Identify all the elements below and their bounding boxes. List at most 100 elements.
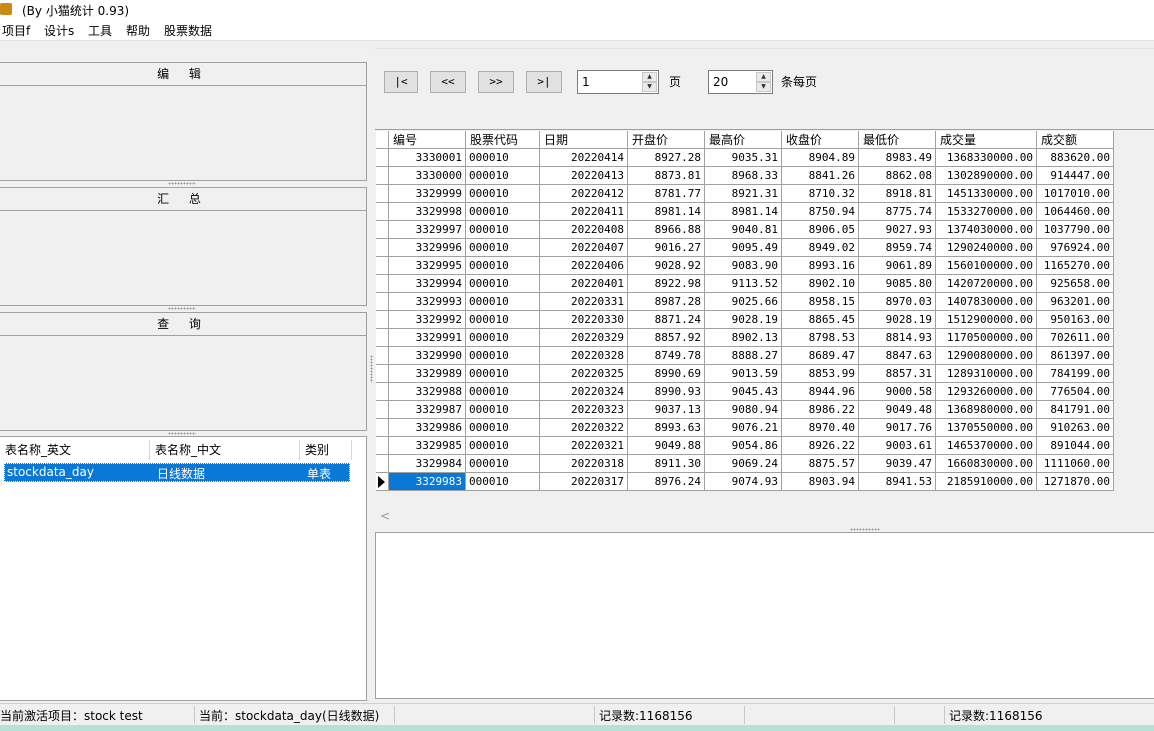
menu-stock-data[interactable]: 股票数据	[164, 22, 212, 39]
row-header[interactable]	[376, 455, 389, 473]
grid-cell-col-id[interactable]: 3329999	[389, 185, 466, 203]
grid-cell-col-amount[interactable]: 702611.00	[1037, 329, 1114, 347]
grid-cell-col-high[interactable]: 9069.24	[705, 455, 782, 473]
grid-cell-col-volume[interactable]: 1368330000.00	[936, 149, 1037, 167]
row-header[interactable]	[376, 221, 389, 239]
grid-cell-col-high[interactable]: 9045.43	[705, 383, 782, 401]
grid-cell-col-volume[interactable]: 1370550000.00	[936, 419, 1037, 437]
page-up-arrow-icon[interactable]: ▲	[642, 72, 657, 82]
grid-cell-col-amount[interactable]: 914447.00	[1037, 167, 1114, 185]
grid-cell-col-id[interactable]: 3329984	[389, 455, 466, 473]
grid-cell-col-close[interactable]: 8949.02	[782, 239, 859, 257]
grid-cell-col-open[interactable]: 9016.27	[628, 239, 705, 257]
grid-cell-col-stock-code[interactable]: 000010	[466, 167, 540, 185]
grid-cell-col-date[interactable]: 20220317	[540, 473, 628, 491]
grid-cell-col-low[interactable]: 8941.53	[859, 473, 936, 491]
grid-header-col-open[interactable]: 开盘价	[628, 131, 705, 149]
grid-cell-col-date[interactable]: 20220413	[540, 167, 628, 185]
grid-cell-col-date[interactable]: 20220323	[540, 401, 628, 419]
grid-cell-col-id[interactable]: 3329987	[389, 401, 466, 419]
grid-cell-col-high[interactable]: 9025.66	[705, 293, 782, 311]
grid-cell-col-date[interactable]: 20220412	[540, 185, 628, 203]
grid-cell-col-open[interactable]: 8871.24	[628, 311, 705, 329]
grid-header-col-id[interactable]: 编号	[389, 131, 466, 149]
grid-cell-col-id[interactable]: 3329985	[389, 437, 466, 455]
grid-cell-col-volume[interactable]: 1451330000.00	[936, 185, 1037, 203]
grid-cell-col-date[interactable]: 20220401	[540, 275, 628, 293]
grid-cell-col-stock-code[interactable]: 000010	[466, 401, 540, 419]
grid-cell-col-stock-code[interactable]: 000010	[466, 311, 540, 329]
row-header[interactable]	[376, 149, 389, 167]
grid-cell-col-open[interactable]: 8987.28	[628, 293, 705, 311]
grid-cell-col-volume[interactable]: 2185910000.00	[936, 473, 1037, 491]
grid-cell-col-close[interactable]: 8993.16	[782, 257, 859, 275]
grid-cell-col-close[interactable]: 8926.22	[782, 437, 859, 455]
grid-cell-col-open[interactable]: 9037.13	[628, 401, 705, 419]
grid-cell-col-date[interactable]: 20220324	[540, 383, 628, 401]
panel-splitter[interactable]	[168, 432, 196, 435]
menu-help[interactable]: 帮助	[126, 22, 150, 39]
grid-cell-col-volume[interactable]: 1368980000.00	[936, 401, 1037, 419]
horizontal-splitter[interactable]	[850, 528, 880, 531]
grid-cell-col-close[interactable]: 8710.32	[782, 185, 859, 203]
grid-cell-col-high[interactable]: 9074.93	[705, 473, 782, 491]
panel-splitter[interactable]	[168, 182, 196, 185]
grid-cell-col-stock-code[interactable]: 000010	[466, 275, 540, 293]
grid-cell-col-low[interactable]: 9061.89	[859, 257, 936, 275]
grid-cell-col-volume[interactable]: 1420720000.00	[936, 275, 1037, 293]
query-panel-header[interactable]: 查 询	[0, 313, 366, 336]
grid-cell-col-stock-code[interactable]: 000010	[466, 257, 540, 275]
grid-cell-col-open[interactable]: 8927.28	[628, 149, 705, 167]
grid-cell-col-id[interactable]: 3329998	[389, 203, 466, 221]
grid-cell-col-high[interactable]: 8888.27	[705, 347, 782, 365]
row-header[interactable]	[376, 473, 389, 491]
grid-cell-col-volume[interactable]: 1533270000.00	[936, 203, 1037, 221]
grid-cell-col-amount[interactable]: 776504.00	[1037, 383, 1114, 401]
grid-header-col-high[interactable]: 最高价	[705, 131, 782, 149]
grid-cell-col-low[interactable]: 8814.93	[859, 329, 936, 347]
grid-cell-col-id[interactable]: 3330000	[389, 167, 466, 185]
grid-cell-col-volume[interactable]: 1289310000.00	[936, 365, 1037, 383]
grid-cell-col-close[interactable]: 8906.05	[782, 221, 859, 239]
col-header-type[interactable]: 类别	[300, 440, 352, 460]
grid-cell-col-amount[interactable]: 1111060.00	[1037, 455, 1114, 473]
grid-cell-col-id[interactable]: 3329990	[389, 347, 466, 365]
grid-cell-col-low[interactable]: 8775.74	[859, 203, 936, 221]
grid-cell-col-close[interactable]: 8944.96	[782, 383, 859, 401]
grid-cell-col-stock-code[interactable]: 000010	[466, 239, 540, 257]
menu-project[interactable]: 项目f	[2, 22, 30, 39]
grid-cell-col-stock-code[interactable]: 000010	[466, 455, 540, 473]
per-page-up-arrow-icon[interactable]: ▲	[756, 72, 771, 82]
grid-cell-col-amount[interactable]: 1271870.00	[1037, 473, 1114, 491]
grid-cell-col-low[interactable]: 8857.31	[859, 365, 936, 383]
grid-cell-col-open[interactable]: 8990.69	[628, 365, 705, 383]
grid-cell-col-high[interactable]: 8968.33	[705, 167, 782, 185]
grid-cell-col-open[interactable]: 9049.88	[628, 437, 705, 455]
grid-cell-col-low[interactable]: 9039.47	[859, 455, 936, 473]
per-page-input[interactable]	[711, 74, 759, 90]
grid-cell-col-open[interactable]: 8993.63	[628, 419, 705, 437]
first-page-button[interactable]: |<	[384, 71, 418, 93]
grid-cell-col-volume[interactable]: 1407830000.00	[936, 293, 1037, 311]
grid-cell-col-id[interactable]: 3329997	[389, 221, 466, 239]
grid-cell-col-amount[interactable]: 784199.00	[1037, 365, 1114, 383]
horizontal-scrollbar[interactable]: <	[375, 508, 1154, 526]
grid-cell-col-stock-code[interactable]: 000010	[466, 149, 540, 167]
row-header[interactable]	[376, 419, 389, 437]
grid-cell-col-volume[interactable]: 1290240000.00	[936, 239, 1037, 257]
grid-cell-col-date[interactable]: 20220406	[540, 257, 628, 275]
grid-cell-col-stock-code[interactable]: 000010	[466, 473, 540, 491]
grid-cell-col-stock-code[interactable]: 000010	[466, 365, 540, 383]
grid-cell-col-high[interactable]: 9083.90	[705, 257, 782, 275]
grid-cell-col-open[interactable]: 8976.24	[628, 473, 705, 491]
grid-cell-col-high[interactable]: 9035.31	[705, 149, 782, 167]
grid-header-col-amount[interactable]: 成交额	[1037, 131, 1114, 149]
grid-cell-col-id[interactable]: 3329993	[389, 293, 466, 311]
row-header[interactable]	[376, 203, 389, 221]
scroll-left-icon[interactable]: <	[380, 509, 390, 523]
grid-cell-col-volume[interactable]: 1293260000.00	[936, 383, 1037, 401]
grid-cell-col-open[interactable]: 8857.92	[628, 329, 705, 347]
row-header[interactable]	[376, 383, 389, 401]
grid-cell-col-id[interactable]: 3329995	[389, 257, 466, 275]
grid-header-col-date[interactable]: 日期	[540, 131, 628, 149]
